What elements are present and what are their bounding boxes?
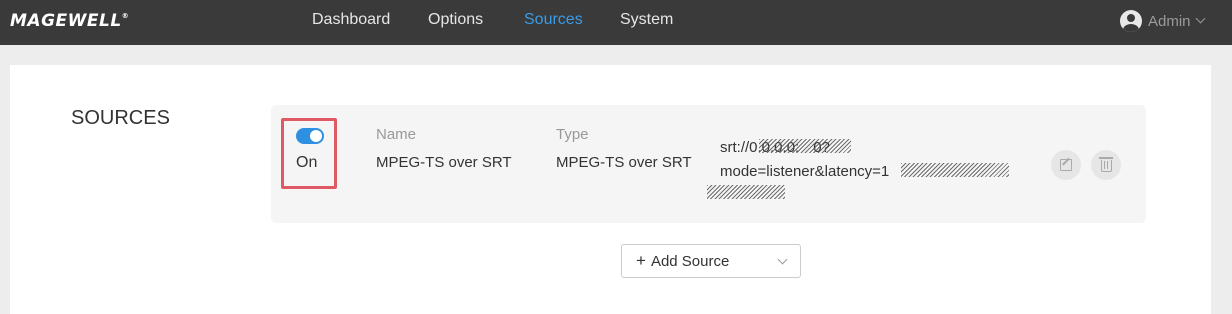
redaction-scribble <box>707 185 785 199</box>
delete-source-button[interactable] <box>1091 150 1121 180</box>
add-source-label: Add Source <box>650 252 730 270</box>
logo-mark: ® <box>121 12 130 20</box>
nav-dashboard[interactable]: Dashboard <box>312 11 390 29</box>
name-value: MPEG-TS over SRT <box>376 154 512 171</box>
chevron-down-icon <box>1195 13 1205 23</box>
source-toggle-highlight: On <box>281 118 337 189</box>
nav-sources[interactable]: Sources <box>524 11 583 29</box>
add-source-button[interactable]: + Add Source <box>621 244 801 278</box>
name-label: Name <box>376 126 417 143</box>
trash-icon <box>1098 157 1113 172</box>
source-row: On Name MPEG-TS over SRT Type MPEG-TS ov… <box>271 105 1146 223</box>
redaction-scribble <box>901 163 1009 177</box>
scrollbar[interactable] <box>1222 45 1232 314</box>
toggle-status-label: On <box>296 154 318 171</box>
type-label: Type <box>556 126 589 143</box>
nav-options[interactable]: Options <box>428 11 483 29</box>
user-avatar-icon <box>1120 10 1142 32</box>
plus-icon: + <box>636 251 646 270</box>
redaction-scribble <box>759 139 851 153</box>
sources-card: SOURCES On Name MPEG-TS over SRT Type MP… <box>10 65 1211 314</box>
magewell-logo[interactable]: MAGEWELL® <box>10 11 129 31</box>
logo-text: MAGEWELL <box>10 11 122 31</box>
edit-icon <box>1060 159 1072 171</box>
source-enable-toggle[interactable] <box>296 128 324 144</box>
chevron-down-icon <box>777 254 788 265</box>
section-title: SOURCES <box>71 107 170 129</box>
nav-system[interactable]: System <box>620 11 673 29</box>
url-line2: mode=listener&latency=1 <box>720 163 890 180</box>
user-menu[interactable]: Admin <box>1120 9 1205 33</box>
edit-source-button[interactable] <box>1051 150 1081 180</box>
user-name: Admin <box>1148 12 1191 30</box>
type-value: MPEG-TS over SRT <box>556 154 692 171</box>
top-bar: MAGEWELL® Dashboard Options Sources Syst… <box>0 0 1232 45</box>
